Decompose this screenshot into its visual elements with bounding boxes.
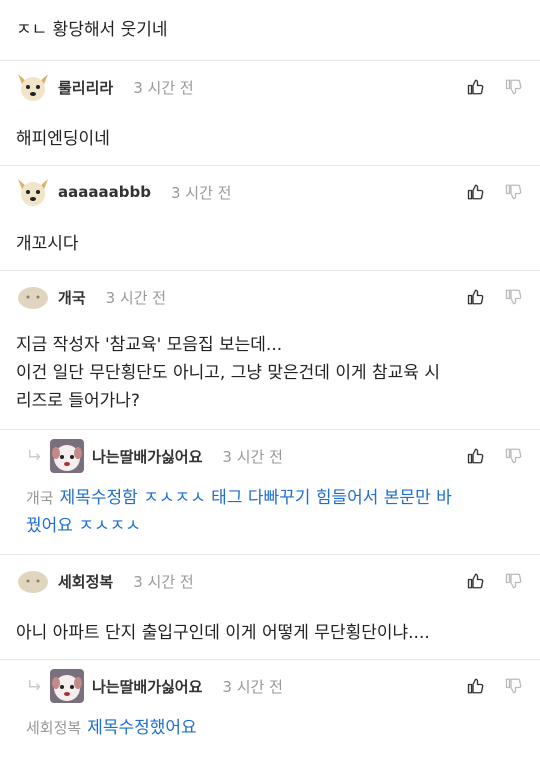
- avatar[interactable]: [50, 669, 84, 703]
- comment-header: 룰리리라 3 시간 전: [0, 61, 540, 113]
- reply-header: 나는딸배가싫어요 3 시간 전: [0, 430, 540, 482]
- thumbs-down-icon[interactable]: [504, 77, 524, 97]
- reply-body-line: 세회정복 제목수정했어요: [0, 714, 540, 742]
- reply-body: 개국 제목수정함 ㅈㅅㅈㅅ 태그 다빠꾸기 힘들어서 본문만 바 꿨어요 ㅈㅅㅈㅅ: [0, 482, 540, 554]
- thumbs-down-icon[interactable]: [504, 182, 524, 202]
- comment-body-text: 해피엔딩이네: [16, 129, 110, 149]
- comment-thread: ㅈㄴ 황당해서 웃기네 룰리리라 3 시간 전 해피엔딩이네 aaaaaabbb…: [0, 0, 540, 759]
- comment-header: aaaaaabbb 3 시간 전: [0, 166, 540, 218]
- reply: 나는딸배가싫어요 3 시간 전 세회정복 제목수정했어요: [0, 660, 540, 752]
- comment-time: 3 시간 전: [133, 78, 194, 97]
- reply-header: 나는딸배가싫어요 3 시간 전: [0, 660, 540, 712]
- comment-header: 세회정복 3 시간 전: [0, 555, 540, 607]
- reply-body-line: 꿨어요 ㅈㅅㅈㅅ: [26, 516, 141, 536]
- comment-body-line: 지금 작성자 '참교육' 모음집 보는데...: [16, 335, 283, 355]
- thumbs-up-icon[interactable]: [466, 446, 486, 466]
- avatar[interactable]: [16, 564, 50, 598]
- blob-avatar-icon: [16, 280, 50, 314]
- comment-author[interactable]: 개국: [58, 287, 86, 308]
- comment-body-text: ㅈㄴ 황당해서 웃기네: [16, 20, 168, 40]
- thumbs-up-icon[interactable]: [466, 676, 486, 696]
- reply-mention[interactable]: 개국: [26, 489, 54, 507]
- comment-time: 3 시간 전: [105, 288, 167, 307]
- reply-text: 제목수정함 ㅈㅅㅈㅅ 태그 다빠꾸기 힘들어서 본문만 바: [59, 488, 452, 508]
- comment-author[interactable]: aaaaaabbb: [58, 183, 151, 201]
- reply-arrow-icon: [24, 675, 46, 697]
- blob-avatar-icon: [16, 564, 50, 598]
- comment: aaaaaabbb 3 시간 전 개꼬시다: [0, 166, 540, 270]
- reply-time: 3 시간 전: [222, 447, 283, 466]
- reply: 나는딸배가싫어요 3 시간 전 개국 제목수정함 ㅈㅅㅈㅅ 태그 다빠꾸기 힘들어…: [0, 430, 540, 554]
- comment-body-text: 개꼬시다: [16, 234, 79, 254]
- avatar[interactable]: [50, 439, 84, 473]
- comment-body-line: 리즈로 들어가나?: [16, 391, 140, 411]
- reply-author[interactable]: 나는딸배가싫어요: [92, 676, 202, 697]
- comment: 개국 3 시간 전 지금 작성자 '참교육' 모음집 보는데... 이건 일단 …: [0, 271, 540, 429]
- comment-time: 3 시간 전: [133, 572, 194, 591]
- prev-comment-body: ㅈㄴ 황당해서 웃기네: [0, 0, 540, 60]
- comment-body-text: 아니 아파트 단지 출입구인데 이게 어떻게 무단횡단이냐....: [16, 623, 430, 643]
- thumbs-up-icon[interactable]: [466, 77, 486, 97]
- comment: 룰리리라 3 시간 전 해피엔딩이네: [0, 61, 540, 165]
- reply-mention[interactable]: 세회정복: [26, 719, 81, 737]
- avatar[interactable]: [16, 175, 50, 209]
- thumbs-down-icon[interactable]: [504, 571, 524, 591]
- reply-body: 세회정복 제목수정했어요: [0, 712, 540, 752]
- reply-arrow-icon: [24, 445, 46, 467]
- thumbs-up-icon[interactable]: [466, 571, 486, 591]
- reply-author[interactable]: 나는딸배가싫어요: [92, 446, 202, 467]
- comment-author[interactable]: 세회정복: [58, 571, 113, 592]
- reply-text: 제목수정했어요: [87, 718, 197, 738]
- puppy-avatar-icon: [50, 669, 84, 703]
- comment-body-line: 이건 일단 무단횡단도 아니고, 그냥 맞은건데 이게 참교육 시: [16, 363, 440, 383]
- thumbs-down-icon[interactable]: [504, 287, 524, 307]
- thumbs-down-icon[interactable]: [504, 676, 524, 696]
- thumbs-up-icon[interactable]: [466, 182, 486, 202]
- thumbs-up-icon[interactable]: [466, 287, 486, 307]
- avatar[interactable]: [16, 70, 50, 104]
- comment-author[interactable]: 룰리리라: [58, 77, 113, 98]
- comment-header: 개국 3 시간 전: [0, 271, 540, 323]
- reply-body-line: 개국 제목수정함 ㅈㅅㅈㅅ 태그 다빠꾸기 힘들어서 본문만 바: [0, 484, 540, 512]
- comment-time: 3 시간 전: [170, 183, 232, 202]
- puppy-avatar-icon: [50, 439, 84, 473]
- avatar[interactable]: [16, 280, 50, 314]
- comment-body: 지금 작성자 '참교육' 모음집 보는데... 이건 일단 무단횡단도 아니고,…: [0, 323, 540, 429]
- reply-time: 3 시간 전: [222, 677, 283, 696]
- comment: 세회정복 3 시간 전 아니 아파트 단지 출입구인데 이게 어떻게 무단횡단이…: [0, 555, 540, 659]
- thumbs-down-icon[interactable]: [504, 446, 524, 466]
- dog-avatar-icon: [16, 70, 50, 104]
- dog-avatar-icon: [16, 175, 50, 209]
